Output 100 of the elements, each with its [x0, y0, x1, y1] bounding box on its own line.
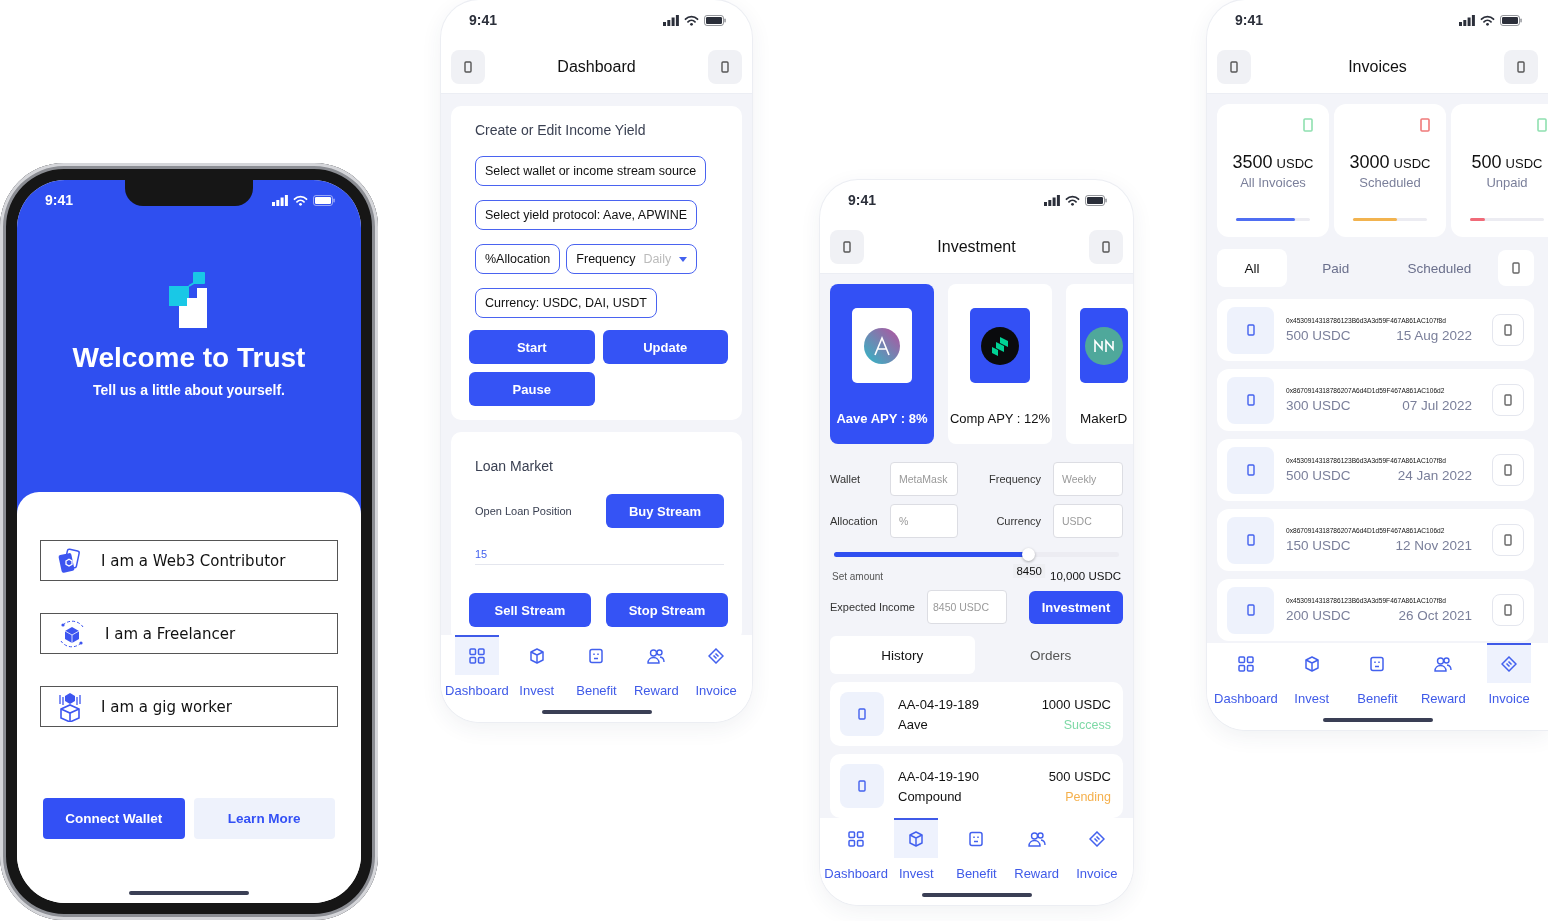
- nav-tab[interactable]: Invest: [887, 818, 946, 887]
- stat-label: Unpaid: [1486, 175, 1528, 190]
- grid-icon: [468, 648, 485, 664]
- nav-tab[interactable]: Dashboard: [827, 818, 886, 887]
- diamond-icon: [708, 648, 725, 664]
- protocol-card[interactable]: MakerD: [1066, 284, 1133, 444]
- input-field[interactable]: 8450 USDC: [927, 590, 1007, 624]
- rectangle-icon: [858, 780, 866, 792]
- stop-stream-button[interactable]: Stop Stream: [606, 593, 728, 627]
- card-title: Create or Edit Income Yield: [475, 122, 647, 138]
- rectangle-icon: [464, 60, 472, 73]
- action-button[interactable]: Update: [602, 330, 728, 364]
- nav-tab[interactable]: Dashboard: [1216, 643, 1275, 712]
- stat-unit: USDC: [1393, 156, 1431, 171]
- nav-tab[interactable]: Invoice: [1067, 818, 1126, 887]
- grid-icon: [1237, 656, 1254, 672]
- order-protocol: Compound: [898, 788, 963, 804]
- row-action-button[interactable]: [1492, 384, 1524, 416]
- wifi-icon: [1065, 194, 1080, 206]
- action-button[interactable]: Start: [469, 330, 595, 364]
- nav-tab[interactable]: Dashboard: [447, 635, 506, 704]
- role-option[interactable]: I am a Freelancer: [40, 613, 338, 654]
- input-field[interactable]: MetaMask: [890, 462, 958, 496]
- action-button[interactable]: Pause: [469, 372, 595, 406]
- cards-icon: [57, 547, 83, 574]
- stat-amount: 3000: [1349, 152, 1390, 173]
- select-field[interactable]: Select yield protocol: Aave, APWINE: [475, 200, 698, 230]
- rectangle-icon: [1504, 464, 1512, 476]
- protocol-label: Aave APY : 8%: [836, 411, 928, 426]
- slider-thumb[interactable]: [1021, 548, 1035, 561]
- box-icon: [57, 691, 83, 722]
- header-button[interactable]: [1504, 49, 1538, 84]
- tab[interactable]: History: [830, 636, 975, 674]
- header-button[interactable]: [451, 49, 485, 84]
- row-action-button[interactable]: [1492, 594, 1524, 626]
- select-field[interactable]: Currency: USDC, DAI, USDT: [475, 288, 657, 318]
- people-icon: [1027, 831, 1046, 847]
- screen-title: Invoices: [1348, 57, 1407, 76]
- filter-tab[interactable]: Paid: [1290, 249, 1381, 287]
- nav-tab[interactable]: Benefit: [567, 635, 626, 704]
- nav-tab[interactable]: Reward: [1007, 818, 1066, 887]
- nav-tab[interactable]: Benefit: [1348, 643, 1407, 712]
- nav-tab[interactable]: Invoice: [1480, 643, 1539, 712]
- field-label: Allocation: [830, 515, 879, 527]
- battery-icon: [1085, 194, 1107, 206]
- input-field[interactable]: %: [890, 504, 958, 538]
- sell-stream-button[interactable]: Sell Stream: [469, 593, 591, 627]
- caret-icon: [679, 256, 688, 262]
- rectangle-icon: [1230, 60, 1238, 73]
- learn-more-button[interactable]: Learn More: [193, 798, 335, 839]
- field-label: Expected Income: [830, 601, 915, 613]
- order-amount: 500 USDC: [1048, 768, 1111, 784]
- rectangle-icon: [1246, 464, 1255, 476]
- order-amount: 1000 USDC: [1041, 696, 1111, 712]
- connect-wallet-button[interactable]: Connect Wallet: [43, 798, 185, 839]
- row-action-button[interactable]: [1492, 314, 1524, 346]
- rectangle-icon: [1504, 534, 1512, 546]
- tab[interactable]: Orders: [978, 636, 1123, 674]
- row-action-button[interactable]: [1492, 454, 1524, 486]
- input-field[interactable]: 15: [475, 544, 724, 565]
- nav-tab[interactable]: Invest: [507, 635, 566, 704]
- filter-tab[interactable]: Scheduled: [1384, 249, 1495, 287]
- protocol-card[interactable]: Aave APY : 8%: [830, 284, 934, 444]
- rectangle-icon: [1517, 60, 1525, 73]
- rectangle-icon: [1246, 604, 1255, 616]
- dropdown-field[interactable]: Frequency Daily: [566, 244, 698, 274]
- input-field[interactable]: USDC: [1053, 504, 1123, 538]
- stat-label: Scheduled: [1359, 175, 1421, 190]
- header-button[interactable]: [1089, 229, 1123, 264]
- input-field[interactable]: Weekly: [1053, 462, 1123, 496]
- role-option[interactable]: I am a gig worker: [40, 686, 338, 727]
- nav-tab[interactable]: Reward: [627, 635, 686, 704]
- order-card[interactable]: AA-04-19-189 Aave 1000 USDC Success: [830, 682, 1123, 746]
- role-option[interactable]: I am a Web3 Contributor: [40, 540, 338, 581]
- battery-icon: [313, 194, 335, 206]
- order-card[interactable]: AA-04-19-190 Compound 500 USDC Pending: [830, 754, 1123, 818]
- logo-icon: [169, 272, 209, 328]
- wifi-icon: [1480, 14, 1495, 26]
- invoice-date: 12 Nov 2021: [1395, 538, 1472, 553]
- investment-button[interactable]: Investment: [1029, 590, 1123, 624]
- select-field[interactable]: Select wallet or income stream source: [475, 156, 707, 186]
- stat-amount: 500: [1471, 152, 1502, 173]
- stat-unit: USDC: [1505, 156, 1543, 171]
- nav-tab[interactable]: Benefit: [947, 818, 1006, 887]
- protocol-card[interactable]: Comp APY : 12%: [948, 284, 1052, 444]
- people-icon: [1434, 656, 1453, 672]
- header-button[interactable]: [708, 49, 742, 84]
- header-button[interactable]: [830, 229, 864, 264]
- header-button[interactable]: [1217, 49, 1251, 84]
- buy-stream-button[interactable]: Buy Stream: [606, 494, 724, 528]
- nav-tab[interactable]: Invoice: [687, 635, 746, 704]
- diamond-icon: [1088, 831, 1105, 847]
- filter-button[interactable]: [1498, 250, 1534, 286]
- filter-tab[interactable]: All: [1217, 249, 1287, 287]
- nav-tab[interactable]: Reward: [1414, 643, 1473, 712]
- field-placeholder: Daily: [643, 252, 672, 266]
- select-field[interactable]: %Allocation: [475, 244, 561, 274]
- nav-tab[interactable]: Invest: [1282, 643, 1341, 712]
- row-action-button[interactable]: [1492, 524, 1524, 556]
- cube-icon: [528, 648, 545, 664]
